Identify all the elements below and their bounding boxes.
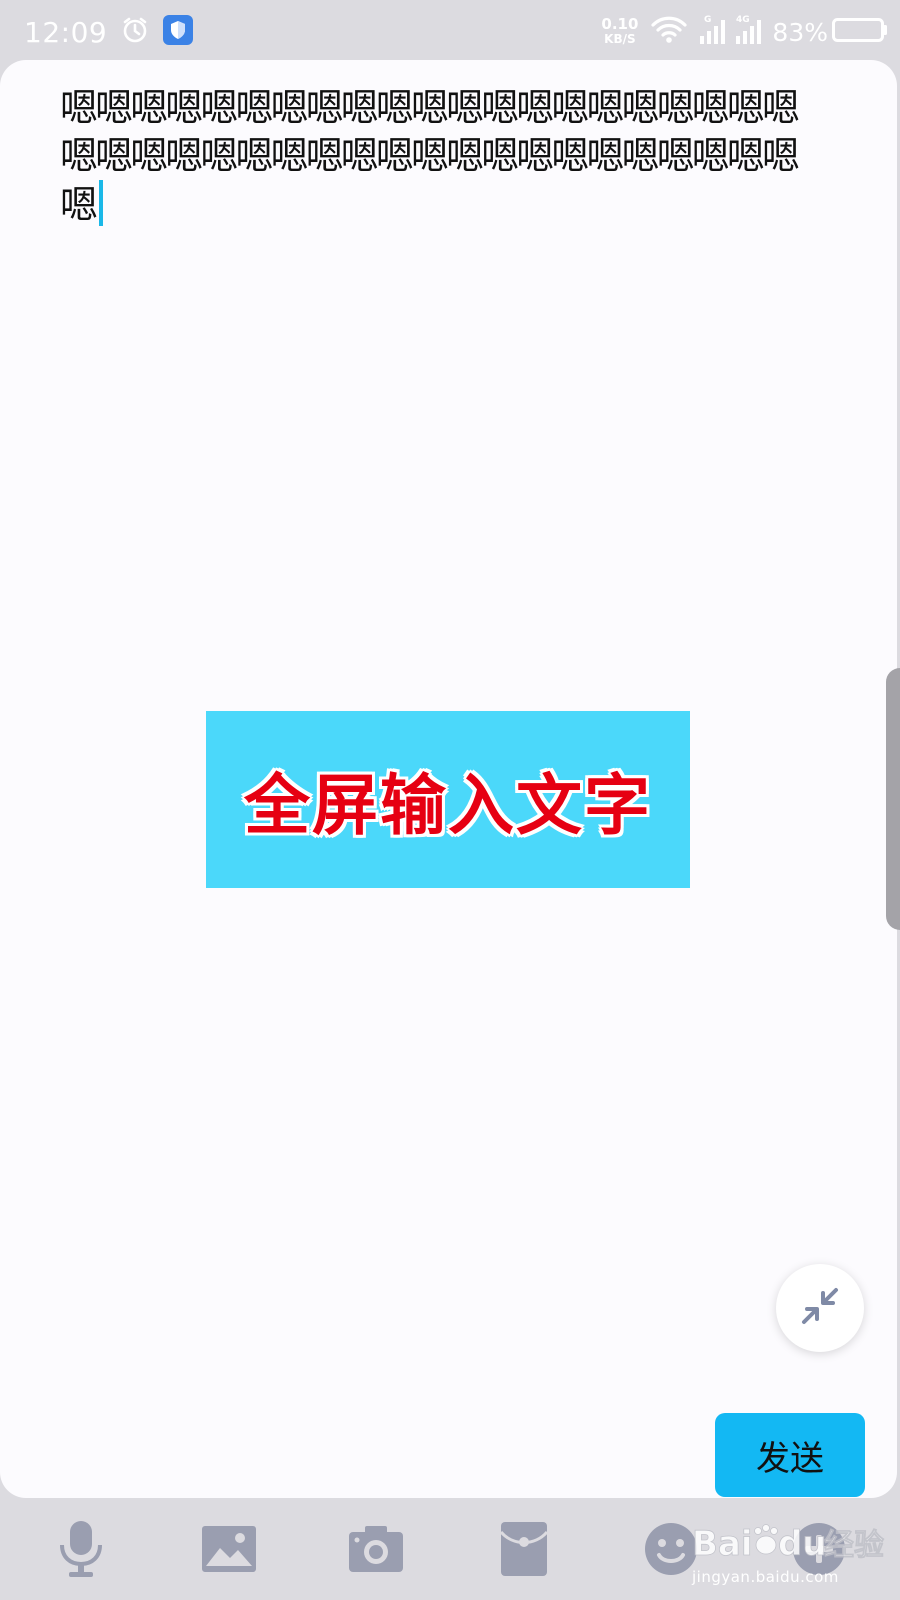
alarm-icon: [121, 16, 149, 48]
watermark-product: 经验: [824, 1528, 884, 1563]
image-button[interactable]: [198, 1520, 260, 1582]
camera-button[interactable]: [345, 1520, 407, 1582]
network-speed-value: 0.10: [601, 15, 639, 33]
battery-icon: [832, 17, 888, 47]
battery-percent: 83%: [772, 17, 828, 47]
signal-1-icon: G: [698, 14, 728, 50]
status-right: 0.10 KB/S G 4G 83%: [601, 14, 888, 50]
message-input-text: 嗯嗯嗯嗯嗯嗯嗯嗯嗯嗯嗯嗯嗯嗯嗯嗯嗯嗯嗯嗯嗯嗯嗯嗯嗯嗯嗯嗯嗯嗯嗯嗯嗯嗯嗯嗯嗯嗯嗯嗯…: [60, 86, 800, 227]
status-time: 12:09: [24, 15, 108, 49]
voice-button[interactable]: [50, 1520, 112, 1582]
mic-icon: [55, 1519, 107, 1583]
watermark-url: jingyan.baidu.com: [692, 1568, 839, 1586]
paw-logo-icon: [754, 1524, 778, 1555]
send-button[interactable]: 发送: [715, 1413, 865, 1497]
collapse-arrows-icon: [796, 1282, 844, 1334]
network-speed-unit: KB/S: [604, 32, 636, 46]
signal-2-label: 4G: [736, 15, 750, 25]
annotation-banner: 全屏输入文字: [206, 711, 690, 888]
image-icon: [200, 1524, 258, 1578]
message-input[interactable]: 嗯嗯嗯嗯嗯嗯嗯嗯嗯嗯嗯嗯嗯嗯嗯嗯嗯嗯嗯嗯嗯嗯嗯嗯嗯嗯嗯嗯嗯嗯嗯嗯嗯嗯嗯嗯嗯嗯嗯嗯…: [60, 84, 830, 229]
security-shield-icon: [163, 15, 194, 49]
watermark-brand: Bai: [692, 1524, 753, 1564]
network-speed: 0.10 KB/S: [601, 17, 638, 47]
red-packet-button[interactable]: [493, 1520, 555, 1582]
signal-1-label: G: [704, 15, 711, 25]
collapse-fullscreen-button[interactable]: [776, 1264, 864, 1352]
wifi-icon: [650, 15, 688, 49]
status-left: 12:09: [24, 12, 194, 52]
screen: 12:09 0.10 KB/S G 4G 83% 嗯嗯嗯嗯嗯嗯嗯嗯嗯嗯嗯嗯嗯嗯嗯…: [0, 0, 900, 1600]
signal-2-icon: 4G: [734, 14, 764, 50]
text-cursor: [99, 180, 104, 226]
watermark-brand-suffix: du: [778, 1524, 827, 1564]
status-bar: 12:09 0.10 KB/S G 4G 83%: [0, 0, 900, 62]
edge-drag-handle[interactable]: [886, 668, 900, 930]
red-packet-icon: [499, 1520, 549, 1582]
annotation-banner-text: 全屏输入文字: [244, 766, 652, 844]
camera-icon: [347, 1524, 405, 1578]
